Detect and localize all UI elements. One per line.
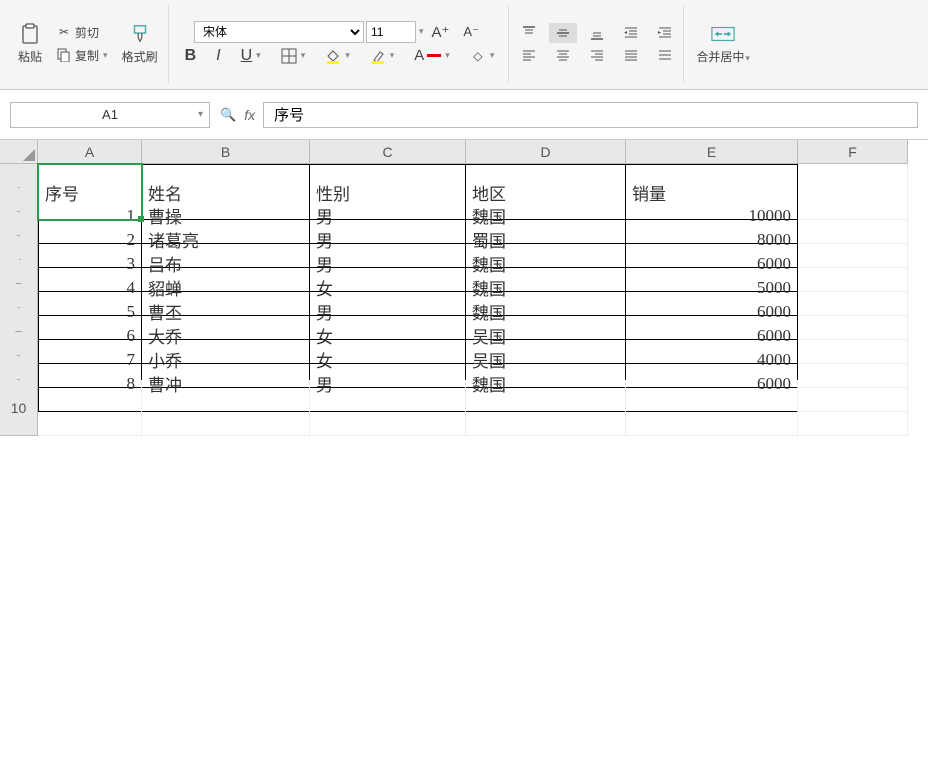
merge-icon — [711, 22, 735, 46]
distribute-button[interactable] — [651, 45, 679, 65]
cell[interactable]: 序号 — [38, 164, 142, 220]
font-color-icon: A — [414, 47, 424, 64]
align-top-button[interactable] — [515, 23, 543, 43]
bold-icon: B — [185, 47, 197, 65]
column-header[interactable]: C — [310, 140, 466, 164]
align-middle-button[interactable] — [549, 23, 577, 43]
font-increase-icon: A⁺ — [431, 23, 449, 41]
border-icon — [281, 48, 297, 64]
column-header[interactable]: F — [798, 140, 908, 164]
italic-button[interactable]: I — [210, 45, 226, 67]
row-header[interactable]: 10 — [0, 380, 38, 436]
align-center-button[interactable] — [549, 45, 577, 65]
align-top-icon — [521, 25, 537, 41]
align-right-button[interactable] — [583, 45, 611, 65]
formula-input[interactable] — [263, 102, 918, 128]
borders-button[interactable]: ▾ — [275, 46, 312, 66]
font-name-select[interactable]: 宋体 — [194, 21, 364, 43]
spreadsheet-grid[interactable]: ABCDEF1序号姓名性别地区销量21曹操男魏国1000032诸葛亮男蜀国800… — [0, 140, 928, 404]
format-painter-button[interactable]: 格式刷 — [116, 20, 164, 67]
align-bottom-button[interactable] — [583, 23, 611, 43]
column-header[interactable]: A — [38, 140, 142, 164]
justify-button[interactable] — [617, 45, 645, 65]
cut-button[interactable]: ✂ 剪切 — [50, 22, 114, 43]
cell[interactable] — [310, 380, 466, 436]
zoom-out-icon[interactable]: 🔍 — [220, 107, 236, 123]
bold-button[interactable]: B — [179, 45, 203, 67]
distribute-icon — [657, 47, 673, 63]
fill-color-button[interactable]: ▾ — [319, 46, 356, 66]
scissors-icon: ✂ — [56, 24, 72, 40]
paste-label: 粘贴 — [18, 48, 42, 65]
font-size-input[interactable] — [366, 21, 416, 43]
clipboard-icon — [18, 22, 42, 46]
italic-icon: I — [216, 47, 220, 65]
highlight-button[interactable]: ▾ — [364, 46, 401, 66]
align-left-button[interactable] — [515, 45, 543, 65]
merge-center-label: 合并居中 — [696, 50, 744, 64]
increase-indent-button[interactable] — [651, 23, 679, 43]
cell[interactable] — [142, 380, 310, 436]
fill-icon — [325, 48, 341, 64]
decrease-indent-button[interactable] — [617, 23, 645, 43]
align-left-icon — [521, 47, 537, 63]
indent-left-icon — [623, 25, 639, 41]
decrease-font-button[interactable]: A⁻ — [457, 22, 485, 42]
font-decrease-icon: A⁻ — [463, 24, 479, 40]
fx-icon[interactable]: fx — [244, 107, 255, 123]
align-center-icon — [555, 47, 571, 63]
cell[interactable] — [626, 380, 798, 436]
align-middle-icon — [555, 25, 571, 41]
column-header[interactable]: E — [626, 140, 798, 164]
underline-button[interactable]: U▾ — [235, 45, 267, 67]
ribbon-toolbar: 粘贴 ✂ 剪切 复制 ▾ 格式刷 — [0, 0, 928, 90]
eraser-button[interactable]: ◇▾ — [464, 46, 501, 66]
align-bottom-icon — [589, 25, 605, 41]
cell[interactable] — [798, 380, 908, 436]
name-box[interactable]: A1 — [10, 102, 210, 128]
eraser-icon: ◇ — [470, 48, 486, 64]
align-right-icon — [589, 47, 605, 63]
column-header[interactable]: D — [466, 140, 626, 164]
cell[interactable] — [466, 380, 626, 436]
copy-button[interactable]: 复制 ▾ — [50, 45, 114, 66]
select-all-corner[interactable] — [0, 140, 38, 164]
brush-icon — [128, 22, 152, 46]
justify-icon — [623, 47, 639, 63]
formula-bar: A1 🔍 fx — [0, 90, 928, 140]
font-color-button[interactable]: A▾ — [408, 45, 456, 66]
highlight-icon — [370, 48, 386, 64]
cell[interactable] — [38, 380, 142, 436]
copy-label: 复制 — [75, 47, 99, 64]
paste-button[interactable]: 粘贴 — [12, 20, 48, 67]
copy-icon — [56, 47, 72, 63]
indent-right-icon — [657, 25, 673, 41]
increase-font-button[interactable]: A⁺ — [425, 21, 455, 43]
merge-center-button[interactable]: 合并居中▾ — [690, 20, 756, 67]
column-header[interactable]: B — [142, 140, 310, 164]
format-painter-label: 格式刷 — [122, 48, 158, 65]
cut-label: 剪切 — [75, 24, 99, 41]
underline-icon: U — [241, 47, 253, 65]
